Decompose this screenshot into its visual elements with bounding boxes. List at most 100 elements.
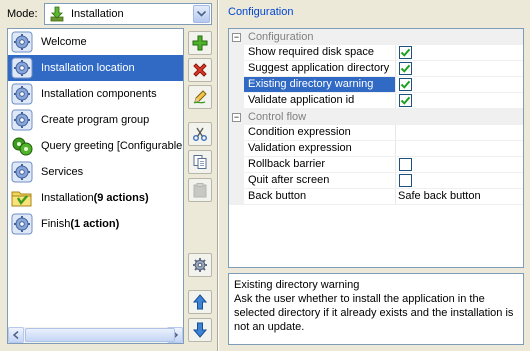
property-row[interactable]: Back button Safe back button: [229, 189, 523, 205]
scissors-icon: [192, 126, 208, 142]
mode-selected-value: Installation: [71, 8, 124, 20]
property-row[interactable]: Validation expression: [229, 141, 523, 157]
screen-list-item-label: Create program group: [41, 114, 150, 126]
property-value[interactable]: [396, 141, 523, 157]
screen-list[interactable]: Welcome Installation location Installation…: [7, 28, 184, 344]
screen-list-item-label: Query greeting [Configurable: [41, 140, 183, 152]
property-category[interactable]: − Control flow: [229, 109, 523, 125]
collapse-icon[interactable]: −: [232, 32, 241, 42]
horizontal-scrollbar[interactable]: [8, 327, 183, 343]
configurable-screen-icon: [11, 135, 33, 157]
property-value[interactable]: Safe back button: [396, 189, 523, 205]
chevron-down-icon[interactable]: [193, 5, 210, 23]
property-value[interactable]: [396, 173, 523, 189]
property-value[interactable]: [396, 93, 523, 109]
property-checkbox[interactable]: [399, 94, 412, 107]
property-checkbox[interactable]: [399, 158, 412, 171]
paste-screen-button[interactable]: [188, 178, 212, 202]
screen-list-item[interactable]: Services: [8, 159, 183, 185]
screen-list-item[interactable]: Installation location: [8, 55, 183, 81]
property-row-margin: [229, 93, 244, 109]
screen-list-item[interactable]: Installation (9 actions): [8, 185, 183, 211]
property-row-margin: [229, 125, 244, 141]
property-row[interactable]: Suggest application directory: [229, 61, 523, 77]
property-checkbox[interactable]: [399, 62, 412, 75]
screen-list-item-label: Welcome: [41, 36, 87, 48]
screen-list-item[interactable]: Query greeting [Configurable: [8, 133, 183, 159]
property-name[interactable]: Quit after screen: [244, 173, 396, 189]
folder-actions-icon: [11, 187, 33, 209]
screen-list-item[interactable]: Finish (1 action): [8, 211, 183, 237]
property-row[interactable]: Existing directory warning: [229, 77, 523, 93]
description-title: Existing directory warning: [234, 279, 360, 291]
mode-dropdown[interactable]: Installation: [44, 3, 212, 25]
gear-icon: [192, 257, 208, 273]
paste-icon: [192, 182, 208, 198]
property-checkbox[interactable]: [399, 174, 412, 187]
gear-screen-icon: [11, 31, 33, 53]
screen-list-item-action-count: (9 actions): [93, 192, 149, 204]
property-name[interactable]: Back button: [244, 189, 396, 205]
add-screen-button[interactable]: [188, 31, 212, 55]
scroll-left-icon[interactable]: [8, 327, 24, 343]
move-up-button[interactable]: [188, 290, 212, 314]
gear-screen-icon: [11, 161, 33, 183]
property-row[interactable]: Rollback barrier: [229, 157, 523, 173]
property-category-label: Configuration: [244, 29, 523, 45]
property-name[interactable]: Validate application id: [244, 93, 396, 109]
property-category[interactable]: − Configuration: [229, 29, 523, 45]
property-checkbox[interactable]: [399, 46, 412, 59]
property-category-margin[interactable]: −: [229, 109, 244, 125]
scrollbar-thumb[interactable]: [25, 328, 175, 342]
property-row[interactable]: Show required disk space: [229, 45, 523, 61]
collapse-icon[interactable]: −: [232, 112, 241, 122]
description-text: Ask the user whether to install the appl…: [234, 293, 514, 333]
property-grid[interactable]: − Configuration Show required disk space Su…: [228, 28, 524, 268]
property-row-margin: [229, 61, 244, 77]
arrow-up-icon: [192, 294, 208, 310]
description-box: Existing directory warning Ask the user …: [228, 273, 524, 345]
property-row[interactable]: Condition expression: [229, 125, 523, 141]
remove-screen-button[interactable]: [188, 58, 212, 82]
scrollbar-track[interactable]: [24, 327, 175, 343]
property-value[interactable]: [396, 157, 523, 173]
property-name[interactable]: Show required disk space: [244, 45, 396, 61]
screen-list-item-label: Installation: [41, 192, 94, 204]
property-value[interactable]: [396, 61, 523, 77]
screen-list-item-label: Finish: [41, 218, 71, 230]
delete-x-icon: [192, 62, 208, 78]
screen-settings-button[interactable]: [188, 253, 212, 277]
screen-list-item[interactable]: Installation components: [8, 81, 183, 107]
screen-list-item-label: Services: [41, 166, 84, 178]
property-value-text: Safe back button: [398, 190, 481, 202]
screen-list-item-action-count: (1 action): [70, 218, 120, 230]
property-value[interactable]: [396, 45, 523, 61]
property-checkbox[interactable]: [399, 78, 412, 91]
property-row[interactable]: Quit after screen: [229, 173, 523, 189]
gear-screen-icon: [11, 109, 33, 131]
property-value[interactable]: [396, 77, 523, 93]
configuration-title: Configuration: [228, 6, 294, 18]
property-name[interactable]: Validation expression: [244, 141, 396, 157]
cut-screen-button[interactable]: [188, 122, 212, 146]
property-row[interactable]: Validate application id: [229, 93, 523, 109]
gear-screen-icon: [11, 57, 33, 79]
property-category-margin[interactable]: −: [229, 29, 244, 45]
move-down-button[interactable]: [188, 318, 212, 342]
property-name[interactable]: Condition expression: [244, 125, 396, 141]
gear-screen-icon: [11, 83, 33, 105]
screen-list-item[interactable]: Welcome: [8, 29, 183, 55]
screen-list-item[interactable]: Create program group: [8, 107, 183, 133]
arrow-down-icon: [192, 322, 208, 338]
copy-screen-button[interactable]: [188, 150, 212, 174]
property-name[interactable]: Suggest application directory: [244, 61, 396, 77]
pencil-icon: [192, 89, 208, 105]
panel-splitter[interactable]: [217, 0, 219, 351]
property-value[interactable]: [396, 125, 523, 141]
screen-list-item-label: Installation location: [41, 62, 135, 74]
rename-screen-button[interactable]: [188, 85, 212, 109]
property-row-margin: [229, 189, 244, 205]
property-row-margin: [229, 141, 244, 157]
property-name[interactable]: Existing directory warning: [244, 77, 396, 93]
property-name[interactable]: Rollback barrier: [244, 157, 396, 173]
